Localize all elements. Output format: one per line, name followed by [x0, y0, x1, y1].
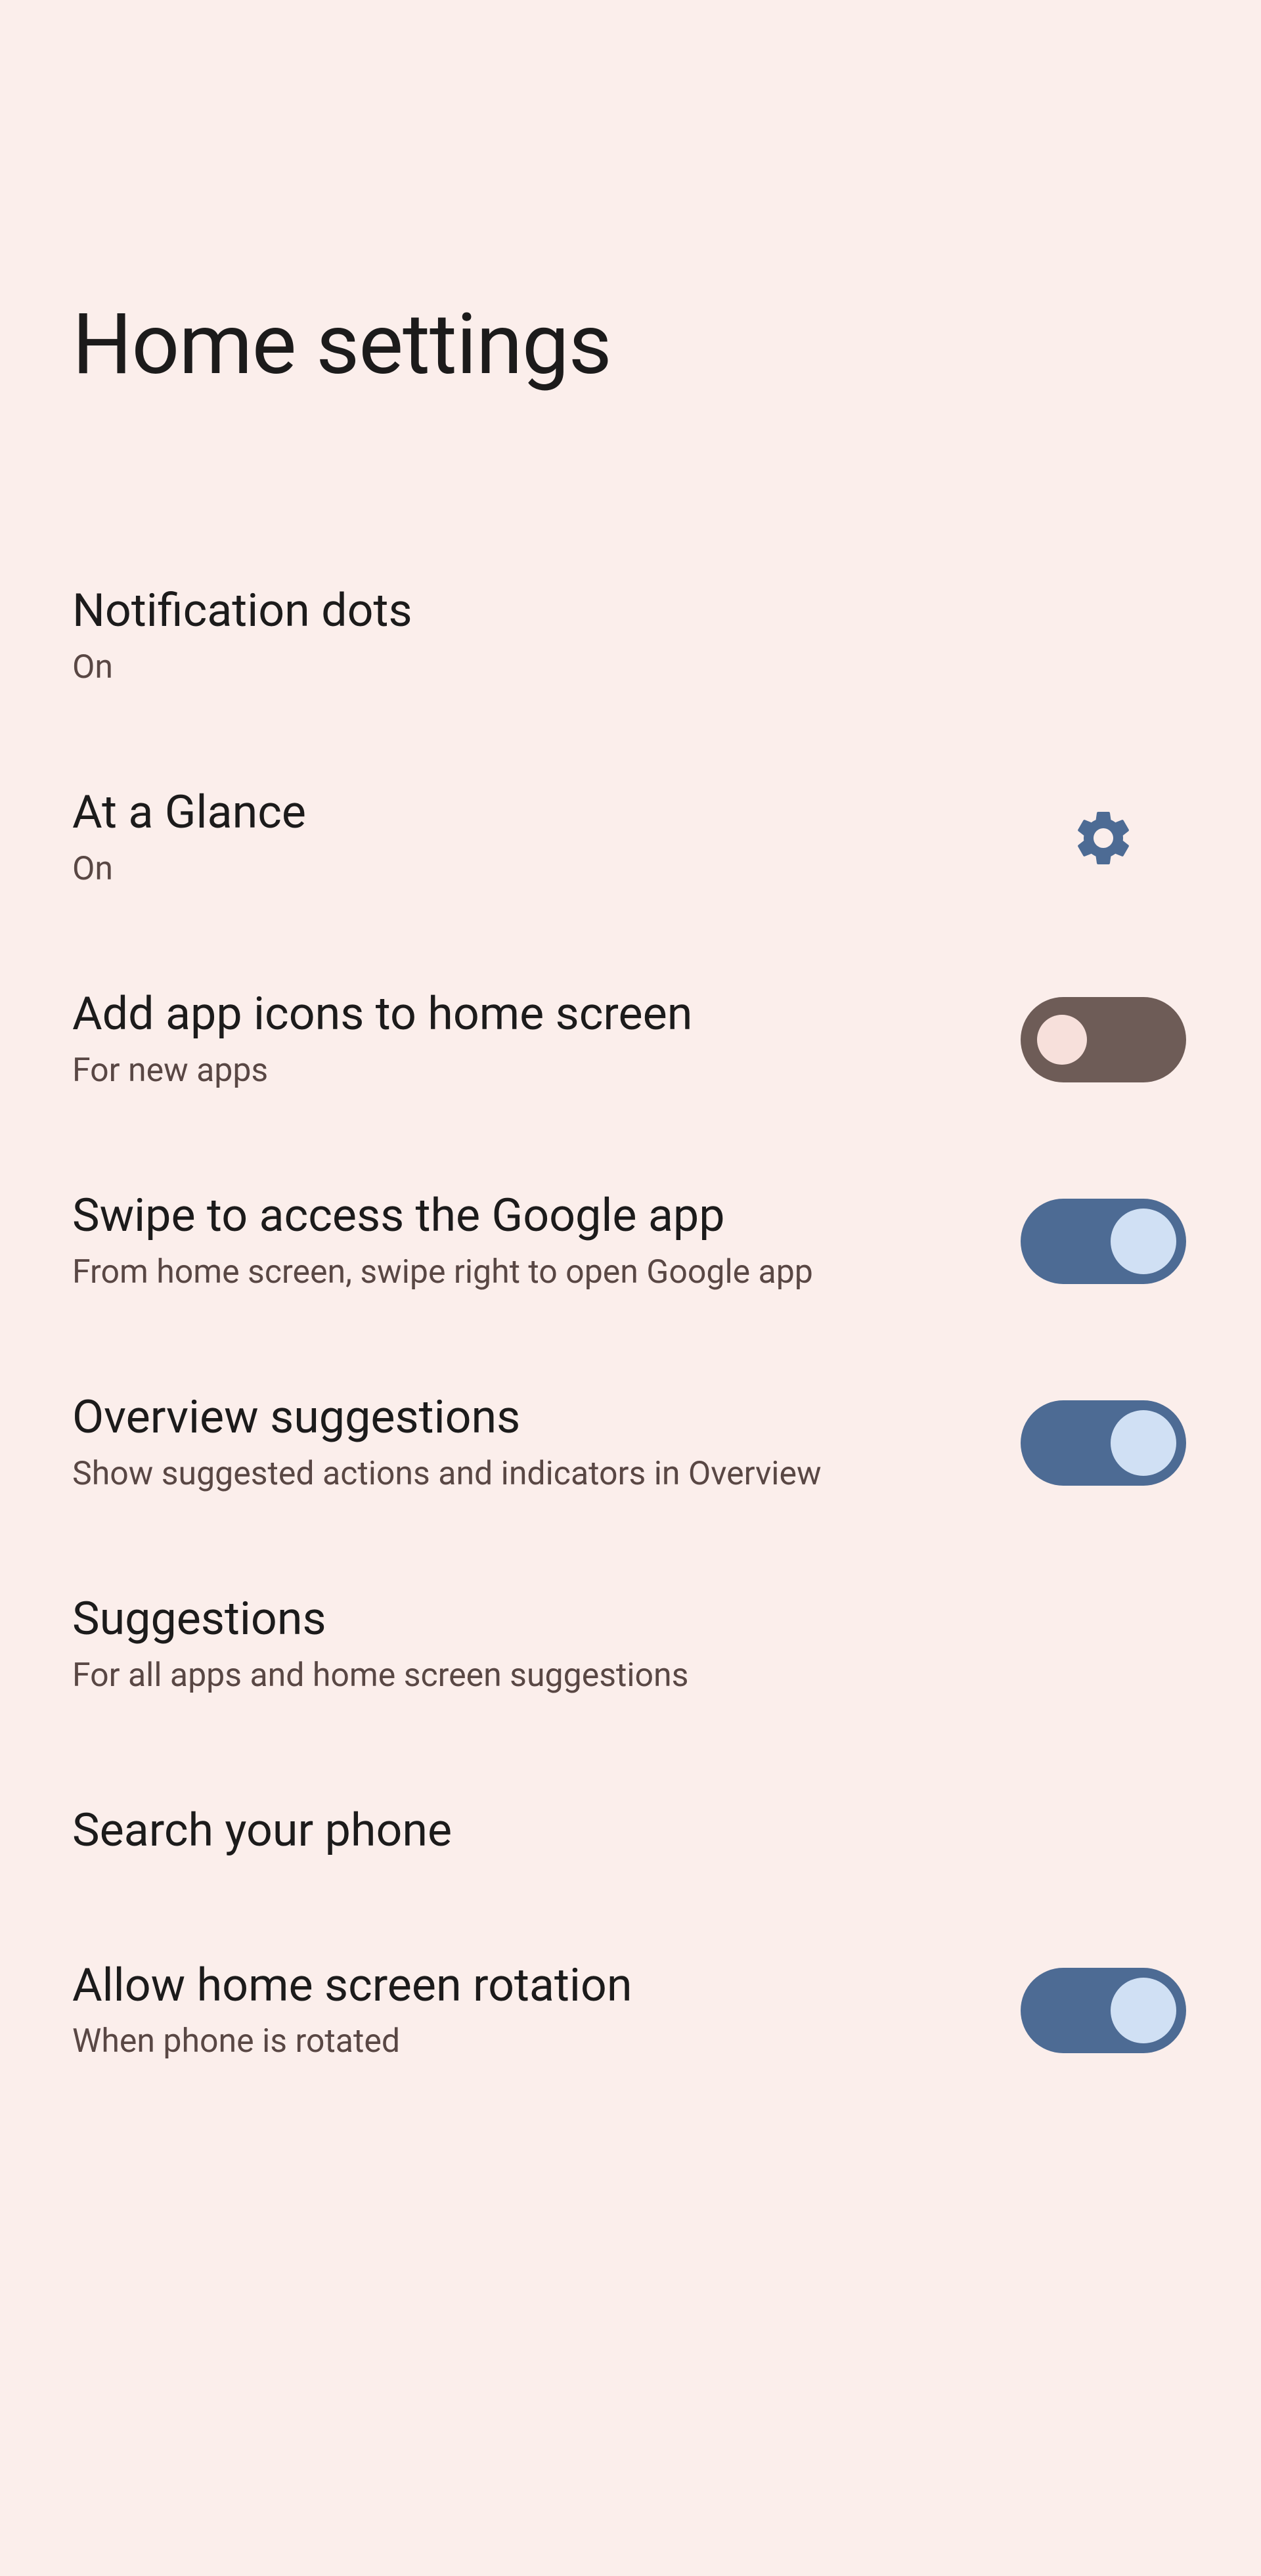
gear-icon [1071, 805, 1136, 871]
overview-suggestions-toggle[interactable] [1021, 1400, 1186, 1486]
row-text: Overview suggestions Show suggested acti… [72, 1391, 1018, 1494]
overview-suggestions-title: Overview suggestions [72, 1391, 992, 1444]
row-text: Suggestions For all apps and home screen… [72, 1593, 1189, 1696]
row-text: Swipe to access the Google app From home… [72, 1189, 1018, 1293]
page-title: Home settings [72, 296, 1189, 394]
overview-suggestions-sub: Show suggested actions and indicators in… [72, 1454, 860, 1495]
row-text: Allow home screen rotation When phone is… [72, 1959, 1018, 2062]
search-your-phone-title: Search your phone [72, 1804, 1162, 1857]
row-notification-dots[interactable]: Notification dots On [0, 539, 1261, 740]
swipe-google-title: Swipe to access the Google app [72, 1189, 992, 1243]
row-swipe-google[interactable]: Swipe to access the Google app From home… [0, 1144, 1261, 1345]
row-text: Add app icons to home screen For new app… [72, 988, 1018, 1091]
home-rotation-toggle[interactable] [1021, 1968, 1186, 2053]
at-a-glance-title: At a Glance [72, 786, 992, 839]
suggestions-title: Suggestions [72, 1593, 1162, 1646]
row-at-a-glance[interactable]: At a Glance On [0, 740, 1261, 942]
row-text: Search your phone [72, 1804, 1189, 1857]
page-header: Home settings [0, 0, 1261, 539]
suggestions-sub: For all apps and home screen suggestions [72, 1655, 860, 1697]
row-add-app-icons[interactable]: Add app icons to home screen For new app… [0, 942, 1261, 1144]
at-a-glance-settings-button[interactable] [1018, 805, 1189, 871]
home-rotation-sub: When phone is rotated [72, 2021, 860, 2062]
swipe-google-sub: From home screen, swipe right to open Go… [72, 1252, 860, 1293]
row-search-your-phone[interactable]: Search your phone [0, 1748, 1261, 1913]
row-overview-suggestions[interactable]: Overview suggestions Show suggested acti… [0, 1345, 1261, 1547]
add-app-icons-toggle[interactable] [1021, 997, 1186, 1082]
row-home-rotation[interactable]: Allow home screen rotation When phone is… [0, 1913, 1261, 2115]
notification-dots-status: On [72, 647, 860, 688]
add-app-icons-sub: For new apps [72, 1050, 860, 1092]
row-suggestions[interactable]: Suggestions For all apps and home screen… [0, 1547, 1261, 1748]
row-text: Notification dots On [72, 585, 1189, 688]
notification-dots-title: Notification dots [72, 585, 1162, 638]
row-text: At a Glance On [72, 786, 1018, 889]
at-a-glance-status: On [72, 849, 860, 890]
add-app-icons-title: Add app icons to home screen [72, 988, 992, 1041]
home-rotation-title: Allow home screen rotation [72, 1959, 992, 2012]
swipe-google-toggle[interactable] [1021, 1199, 1186, 1284]
